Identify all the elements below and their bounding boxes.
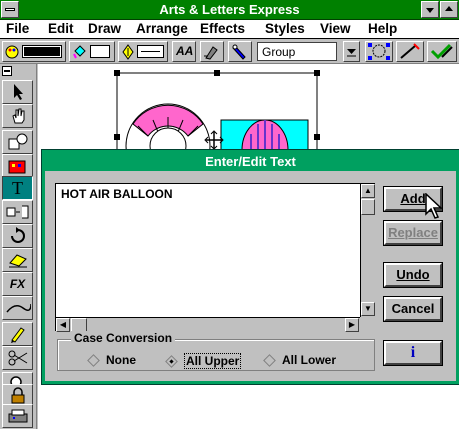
undo-button-label: Undo (396, 267, 430, 282)
maximize-button[interactable] (440, 1, 458, 18)
scroll-down-arrow-icon[interactable]: ▼ (361, 302, 375, 316)
menu-edit[interactable]: Edit (48, 21, 74, 36)
radio-all-upper[interactable]: All Upper (165, 353, 242, 369)
tool-transform[interactable] (2, 248, 33, 272)
toolbar: AA Group (0, 39, 459, 64)
radio-none[interactable]: None (87, 353, 136, 367)
group-field[interactable]: Group (257, 42, 337, 61)
radio-all-upper-label: All Upper (184, 353, 242, 369)
text-tool-icon: T (12, 177, 23, 198)
undo-button[interactable]: Undo (383, 262, 443, 288)
tool-shapes[interactable] (2, 130, 33, 154)
case-conversion-label: Case Conversion (71, 331, 176, 345)
font-size-icon: AA (176, 44, 194, 58)
radio-all-lower-diamond-icon (263, 353, 276, 367)
fx-icon: FX (9, 277, 26, 291)
scrollbar-corner (360, 317, 375, 331)
radio-all-upper-diamond-icon (165, 354, 178, 368)
radio-none-label: None (106, 353, 136, 367)
group-field-value: Group (262, 45, 296, 59)
fill-color-button[interactable] (2, 41, 66, 62)
menu-bar: File Edit Draw Arrange Effects Styles Vi… (0, 20, 459, 39)
text-size-button[interactable]: AA (172, 41, 196, 62)
mouse-pointer-icon (425, 193, 443, 219)
minimize-button[interactable] (421, 1, 439, 18)
lock-icon (11, 387, 24, 404)
tool-scissors[interactable] (2, 346, 33, 370)
tool-text[interactable]: T (2, 176, 33, 200)
enter-edit-text-dialog: Enter/Edit Text HOT AIR BALLOON ▲ ▼ ◀ ▶ … (41, 149, 459, 385)
title-bar: Arts & Letters Express (0, 0, 459, 20)
pen-nib-icon (122, 44, 134, 60)
scroll-right-arrow-icon[interactable]: ▶ (345, 318, 359, 332)
add-button-label: Add (400, 191, 426, 206)
scroll-up-arrow-icon[interactable]: ▲ (361, 184, 375, 198)
line-style-button[interactable] (118, 41, 168, 62)
clipart-icon (8, 160, 25, 174)
edit-object-button[interactable] (427, 41, 457, 62)
selection-handles-icon (368, 43, 390, 60)
checkmark-pencil-icon (430, 43, 453, 60)
transform-icon (8, 254, 27, 268)
radio-all-lower[interactable]: All Lower (263, 353, 337, 367)
text-entry-area[interactable]: HOT AIR BALLOON ▲ ▼ ◀ ▶ (55, 183, 375, 332)
tool-pen[interactable] (2, 322, 33, 346)
dropdown-arrow-icon (347, 49, 356, 57)
radio-all-lower-label: All Lower (282, 353, 337, 367)
menu-view[interactable]: View (320, 21, 351, 36)
tool-clipart[interactable] (2, 154, 33, 178)
horizontal-scrollbar[interactable]: ◀ ▶ (56, 317, 360, 332)
printer-icon (8, 409, 27, 423)
menu-effects[interactable]: Effects (200, 21, 245, 36)
freehand-line-icon (5, 303, 31, 313)
text-style-button[interactable] (200, 41, 224, 62)
dialog-title: Enter/Edit Text (45, 153, 456, 171)
vertical-scrollbar[interactable]: ▲ ▼ (360, 184, 375, 317)
vertical-scroll-thumb[interactable] (361, 199, 375, 215)
menu-arrange[interactable]: Arrange (136, 21, 188, 36)
info-button[interactable]: i (383, 340, 443, 366)
menu-file[interactable]: File (6, 21, 29, 36)
cancel-button-label: Cancel (391, 301, 435, 316)
menu-draw[interactable]: Draw (88, 21, 121, 36)
palette-icon (5, 45, 19, 59)
scroll-left-arrow-icon[interactable]: ◀ (56, 318, 70, 332)
tool-effects[interactable]: FX (2, 272, 33, 296)
tool-hand[interactable] (2, 104, 33, 128)
replace-button[interactable]: Replace (383, 220, 443, 246)
tool-print[interactable] (2, 404, 33, 428)
bounding-box-button[interactable] (365, 41, 393, 62)
scissors-icon (8, 350, 27, 366)
text-entry-value: HOT AIR BALLOON (61, 187, 173, 201)
palette-menu-icon[interactable] (2, 66, 12, 76)
magic-wand-icon (400, 43, 420, 59)
menu-styles[interactable]: Styles (265, 21, 305, 36)
replace-button-label: Replace (388, 225, 438, 240)
menu-help[interactable]: Help (368, 21, 397, 36)
group-dropdown-button[interactable] (343, 41, 360, 62)
tool-freehand[interactable] (2, 296, 33, 320)
hot-air-tool-button[interactable] (396, 41, 424, 62)
info-icon: i (410, 344, 416, 361)
paint-bucket-icon (73, 45, 86, 59)
horizontal-scroll-thumb[interactable] (71, 318, 87, 332)
tool-button[interactable] (228, 41, 252, 62)
wrench-icon (232, 44, 246, 60)
tool-rotate[interactable] (2, 224, 33, 248)
arrow-pointer-icon (13, 84, 23, 100)
rotate-icon (10, 227, 25, 243)
text-frame-icon (6, 205, 28, 219)
radio-none-diamond-icon (87, 353, 100, 367)
tool-text-frame[interactable] (2, 200, 33, 224)
hand-icon (11, 108, 24, 124)
tool-select[interactable] (2, 80, 33, 104)
tool-palette: T FX (0, 64, 37, 429)
line-color-button[interactable] (69, 41, 115, 62)
text-pen-icon (204, 46, 218, 60)
pencil-icon (10, 327, 25, 343)
cancel-button[interactable]: Cancel (383, 296, 443, 322)
window-title: Arts & Letters Express (159, 2, 300, 17)
shapes-icon (8, 133, 27, 150)
